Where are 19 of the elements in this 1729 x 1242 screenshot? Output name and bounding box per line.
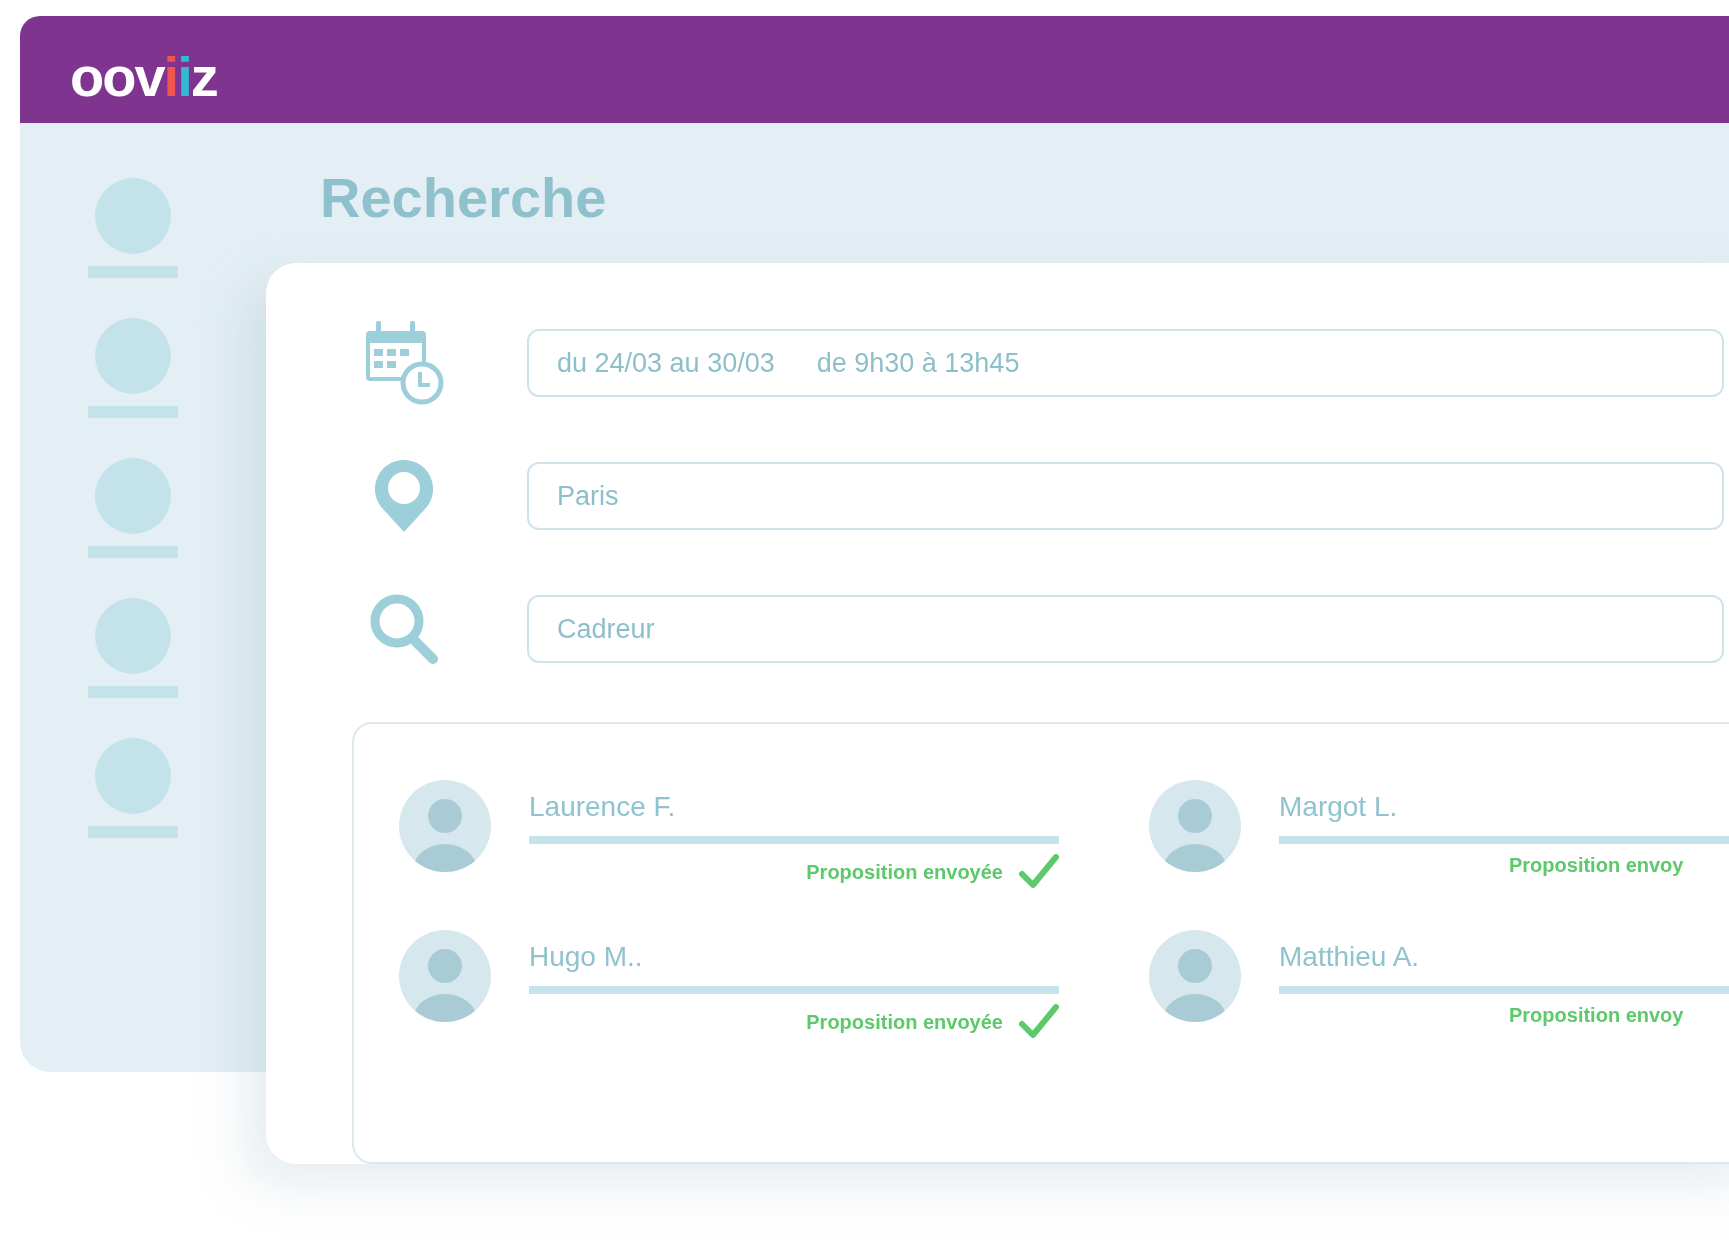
person-name: Matthieu A. — [1279, 940, 1420, 974]
status-label: Proposition envoyée — [806, 1010, 1003, 1034]
person-name: Hugo M.. — [529, 940, 643, 974]
field-value: du 24/03 au 30/03 — [557, 347, 775, 379]
logo: ooviiz — [70, 48, 217, 105]
input-field[interactable]: Cadreur — [527, 595, 1724, 663]
location-pin-icon — [373, 458, 435, 534]
search-icon — [369, 593, 439, 665]
field-value: Paris — [557, 480, 619, 512]
field-value: Cadreur — [557, 613, 655, 645]
field-value: de 9h30 à 13h45 — [816, 347, 1020, 379]
input-field[interactable]: Paris — [527, 462, 1724, 530]
person-name: Margot L. — [1279, 790, 1398, 824]
input-field[interactable]: du 24/03 au 30/03 de 9h30 à 13h45 — [527, 329, 1724, 397]
page-title: Recherche — [320, 165, 607, 231]
status-label: Proposition envoyée — [806, 860, 1003, 884]
status-label: Proposition envoy — [1509, 1004, 1684, 1027]
person-name: Laurence F. — [529, 790, 676, 824]
status-label: Proposition envoy — [1509, 854, 1684, 877]
